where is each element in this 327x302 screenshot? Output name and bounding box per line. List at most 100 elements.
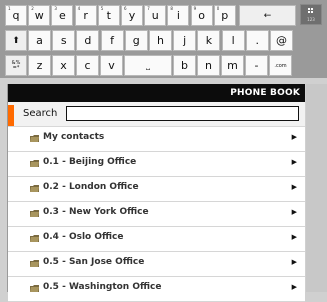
phone-book-panel: PHONE BOOK Search My contacts ▶ 0.1 - Beij… bbox=[7, 84, 305, 302]
key-at-label: @ bbox=[276, 34, 287, 47]
key-k-label: k bbox=[205, 34, 213, 47]
symbols-key-label: &% =* bbox=[11, 59, 21, 71]
chevron-right-icon: ▶ bbox=[291, 258, 297, 266]
key-r[interactable]: r4 bbox=[74, 5, 97, 26]
folder-icon bbox=[30, 135, 39, 142]
search-label: Search bbox=[23, 108, 58, 119]
key-z[interactable]: z bbox=[28, 55, 51, 76]
key-j-label: j bbox=[183, 34, 187, 47]
key-k[interactable]: k bbox=[197, 30, 221, 51]
key-b-label: b bbox=[181, 59, 188, 72]
key-d[interactable]: d bbox=[76, 30, 100, 51]
key-dotcom[interactable]: .com bbox=[269, 55, 292, 76]
key-t-number-hint: 5 bbox=[100, 6, 104, 11]
key-u-number-hint: 7 bbox=[147, 6, 150, 11]
folder-icon bbox=[30, 210, 39, 217]
key-o-label: o bbox=[198, 9, 205, 22]
key-q[interactable]: q1 bbox=[5, 5, 27, 26]
key-at[interactable]: @ bbox=[270, 30, 293, 51]
key-w-number-hint: 2 bbox=[31, 6, 34, 11]
key-a-label: a bbox=[36, 34, 43, 47]
chevron-right-icon: ▶ bbox=[291, 183, 297, 191]
key-period-label: . bbox=[255, 34, 260, 47]
key-d-label: d bbox=[84, 34, 92, 47]
backspace-key[interactable]: ← bbox=[239, 5, 296, 26]
search-input[interactable] bbox=[66, 106, 299, 121]
directory-row-label: 0.5 - San Jose Office bbox=[43, 257, 145, 267]
key-n-label: n bbox=[205, 59, 212, 72]
folder-icon bbox=[30, 235, 39, 242]
key-c-label: c bbox=[84, 59, 91, 72]
backspace-key-label: ← bbox=[263, 10, 272, 21]
directory-row[interactable]: 0.4 - Oslo Office ▶ bbox=[8, 227, 305, 252]
space-key-label: ⎵ bbox=[146, 60, 150, 71]
directory-row-label: My contacts bbox=[43, 132, 105, 142]
key-p[interactable]: p0 bbox=[213, 5, 236, 26]
key-e-label: e bbox=[59, 9, 66, 22]
key-l[interactable]: l bbox=[221, 30, 245, 51]
key-w[interactable]: w2 bbox=[28, 5, 51, 26]
key-h[interactable]: h bbox=[149, 30, 172, 51]
key-e-number-hint: 3 bbox=[54, 6, 57, 11]
key-y[interactable]: y6 bbox=[121, 5, 143, 26]
key-i[interactable]: i8 bbox=[167, 5, 190, 26]
key-q-number-hint: 1 bbox=[8, 6, 11, 11]
key-v-label: v bbox=[108, 59, 115, 72]
phone-book-header: PHONE BOOK bbox=[8, 84, 305, 102]
key-w-label: w bbox=[34, 9, 44, 22]
directory-row[interactable]: My contacts ▶ bbox=[8, 127, 305, 152]
key-o-number-hint: 9 bbox=[193, 6, 197, 11]
key-m[interactable]: m bbox=[221, 55, 244, 76]
key-period[interactable]: . bbox=[245, 30, 269, 51]
key-f-label: f bbox=[110, 34, 115, 47]
shift-key[interactable]: ⬆ bbox=[5, 30, 27, 51]
key-f[interactable]: f bbox=[100, 30, 124, 51]
shift-key-label: ⬆ bbox=[12, 35, 20, 46]
phone-book-title: PHONE BOOK bbox=[230, 88, 300, 98]
directory-row-label: 0.2 - London Office bbox=[43, 182, 139, 192]
directory-row-label: 0.5 - Washington Office bbox=[43, 282, 162, 292]
key-q-label: q bbox=[12, 9, 20, 22]
key-x[interactable]: x bbox=[52, 55, 75, 76]
key-x-label: x bbox=[60, 59, 67, 72]
space-key[interactable]: ⎵ bbox=[124, 55, 172, 76]
key-v[interactable]: v bbox=[100, 55, 123, 76]
directory-row[interactable]: 0.3 - New York Office ▶ bbox=[8, 202, 305, 227]
key-t[interactable]: t5 bbox=[97, 5, 120, 26]
key-r-label: r bbox=[83, 9, 88, 22]
key-g[interactable]: g bbox=[124, 30, 148, 51]
directory-row-label: 0.4 - Oslo Office bbox=[43, 232, 124, 242]
search-accent-bar bbox=[8, 105, 14, 126]
key-a[interactable]: a bbox=[28, 30, 51, 51]
numeric-keypad-button[interactable]: 123 bbox=[300, 4, 322, 25]
folder-icon bbox=[30, 160, 39, 167]
key-dash[interactable]: - bbox=[245, 55, 268, 76]
key-s[interactable]: s bbox=[52, 30, 76, 51]
key-j[interactable]: j bbox=[173, 30, 197, 51]
directory-row[interactable]: 0.2 - London Office ▶ bbox=[8, 177, 305, 202]
chevron-right-icon: ▶ bbox=[291, 208, 297, 216]
key-o[interactable]: o9 bbox=[190, 5, 213, 26]
chevron-right-icon: ▶ bbox=[291, 133, 297, 141]
directory-row[interactable]: 0.1 - Beijing Office ▶ bbox=[8, 152, 305, 177]
key-l-label: l bbox=[231, 34, 235, 47]
key-u[interactable]: u7 bbox=[144, 5, 167, 26]
search-row: Search bbox=[8, 102, 305, 127]
directory-row[interactable]: 0.5 - Washington Office ▶ bbox=[8, 277, 305, 302]
key-i-label: i bbox=[176, 9, 180, 22]
key-n[interactable]: n bbox=[197, 55, 220, 76]
key-b[interactable]: b bbox=[173, 55, 196, 76]
on-screen-keyboard: q 1 w 2 e 3 r 4 t 5 y 6 u 7 i 8 o 9 p 0 ← ⬆ a s d f g h j k l. @ &% =* z x… bbox=[0, 0, 327, 78]
chevron-right-icon: ▶ bbox=[291, 233, 297, 241]
key-dotcom-label: .com bbox=[274, 62, 287, 69]
key-e[interactable]: e3 bbox=[51, 5, 74, 26]
directory-row[interactable]: 0.5 - San Jose Office ▶ bbox=[8, 252, 305, 277]
key-y-label: y bbox=[128, 9, 136, 22]
key-s-label: s bbox=[60, 34, 67, 47]
key-c[interactable]: c bbox=[76, 55, 99, 76]
symbols-key[interactable]: &% =* bbox=[5, 55, 27, 76]
keypad-grid-icon bbox=[308, 8, 315, 14]
key-m-label: m bbox=[227, 59, 238, 72]
right-edge-panel bbox=[306, 84, 327, 292]
key-p-label: p bbox=[221, 9, 229, 22]
